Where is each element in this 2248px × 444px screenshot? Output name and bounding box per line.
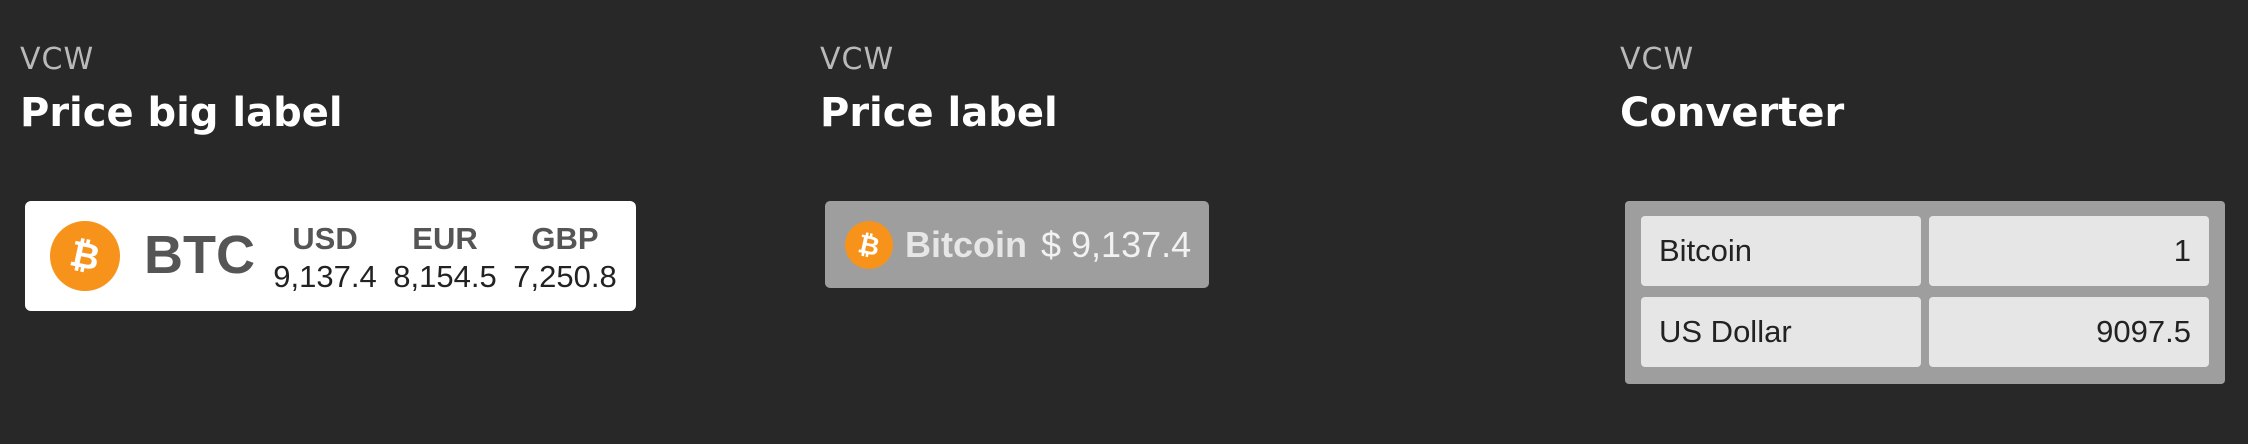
- bitcoin-icon: ₿: [50, 221, 120, 291]
- widget-title: Price label: [820, 90, 1058, 136]
- to-amount-input[interactable]: 9097.5: [1929, 297, 2209, 367]
- currency-code: GBP: [531, 221, 599, 256]
- from-amount-input[interactable]: 1: [1929, 216, 2209, 286]
- currency-value: 7,250.8: [513, 259, 617, 294]
- converter-widget: VCW Converter Bitcoin 1 US Dollar 9097.5: [1620, 0, 2230, 444]
- widget-eyebrow: VCW: [20, 42, 95, 77]
- bitcoin-symbol-icon: ₿: [66, 234, 103, 278]
- price-label-card: ₿ Bitcoin $ 9,137.4: [825, 201, 1209, 288]
- coin-symbol: BTC: [144, 225, 255, 285]
- widget-title: Converter: [1620, 90, 1845, 136]
- currency-gbp: GBP 7,250.8: [509, 221, 621, 295]
- from-currency-select[interactable]: Bitcoin: [1641, 216, 1921, 286]
- widget-eyebrow: VCW: [1620, 42, 1695, 77]
- price-label-widget: VCW Price label ₿ Bitcoin $ 9,137.4: [820, 0, 1600, 444]
- coin-price: $ 9,137.4: [1041, 223, 1192, 265]
- coin-name: Bitcoin: [905, 223, 1027, 265]
- price-big-label-card: ₿ BTC USD 9,137.4 EUR 8,154.5 GBP 7,250.…: [25, 201, 636, 311]
- widget-title: Price big label: [20, 90, 343, 136]
- svg-text:₿: ₿: [855, 229, 882, 261]
- bitcoin-icon: ₿: [845, 220, 893, 269]
- converter-card: Bitcoin 1 US Dollar 9097.5: [1625, 201, 2225, 384]
- widget-eyebrow: VCW: [820, 42, 895, 77]
- currency-value: 8,154.5: [393, 259, 497, 294]
- svg-text:₿: ₿: [66, 234, 103, 278]
- currency-eur: EUR 8,154.5: [389, 221, 501, 295]
- currency-value: 9,137.4: [273, 259, 377, 294]
- bitcoin-symbol-icon: ₿: [855, 229, 882, 261]
- price-big-label-widget: VCW Price big label ₿ BTC USD 9,137.4 EU…: [20, 0, 800, 444]
- to-currency-select[interactable]: US Dollar: [1641, 297, 1921, 367]
- currency-usd: USD 9,137.4: [269, 221, 381, 295]
- currency-code: EUR: [412, 221, 478, 256]
- currency-code: USD: [292, 221, 358, 256]
